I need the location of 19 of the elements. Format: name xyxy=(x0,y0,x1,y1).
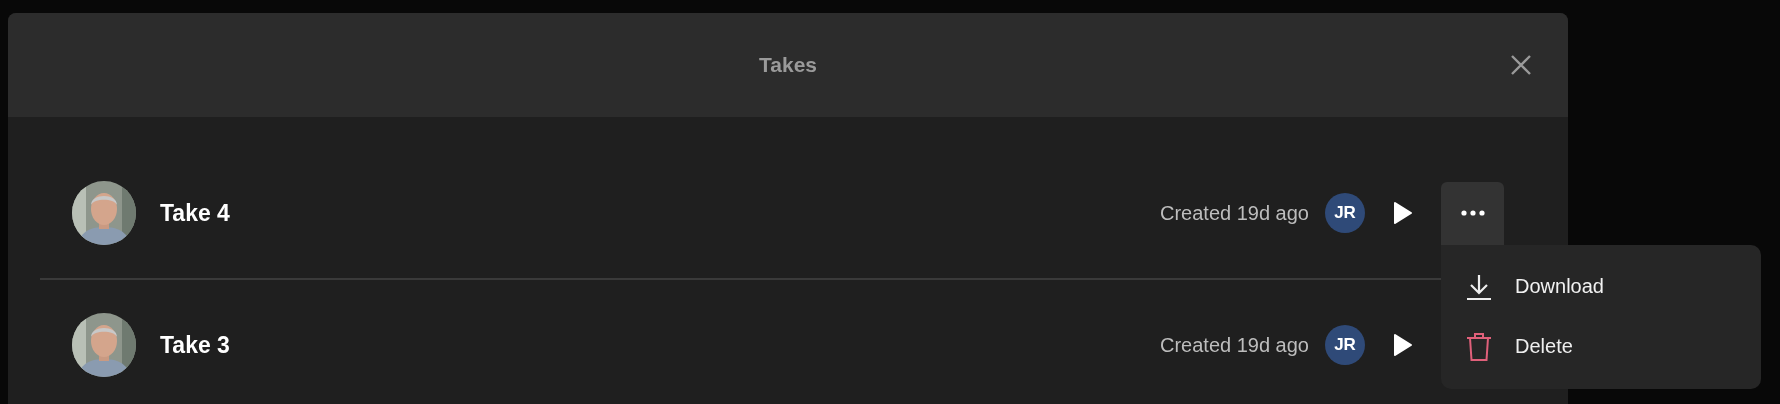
menu-item[interactable]: Delete xyxy=(1441,316,1761,377)
take-name: Take 3 xyxy=(160,331,230,359)
play-button[interactable] xyxy=(1393,333,1413,357)
user-avatar: JR xyxy=(1325,193,1365,233)
more-icon xyxy=(1460,210,1485,216)
more-button[interactable] xyxy=(1441,181,1504,245)
created-time: Created 19d ago xyxy=(1160,333,1309,357)
dialog-title: Takes xyxy=(759,53,817,77)
menu-item[interactable]: Download xyxy=(1441,256,1761,317)
close-button[interactable] xyxy=(1510,54,1532,76)
close-icon xyxy=(1510,54,1532,76)
user-avatar: JR xyxy=(1325,325,1365,365)
take-name: Take 4 xyxy=(160,199,230,227)
trash-icon xyxy=(1465,331,1493,362)
created-time: Created 19d ago xyxy=(1160,201,1309,225)
play-icon xyxy=(1393,201,1413,225)
play-icon xyxy=(1393,333,1413,357)
download-icon xyxy=(1465,272,1493,301)
play-button[interactable] xyxy=(1393,201,1413,225)
